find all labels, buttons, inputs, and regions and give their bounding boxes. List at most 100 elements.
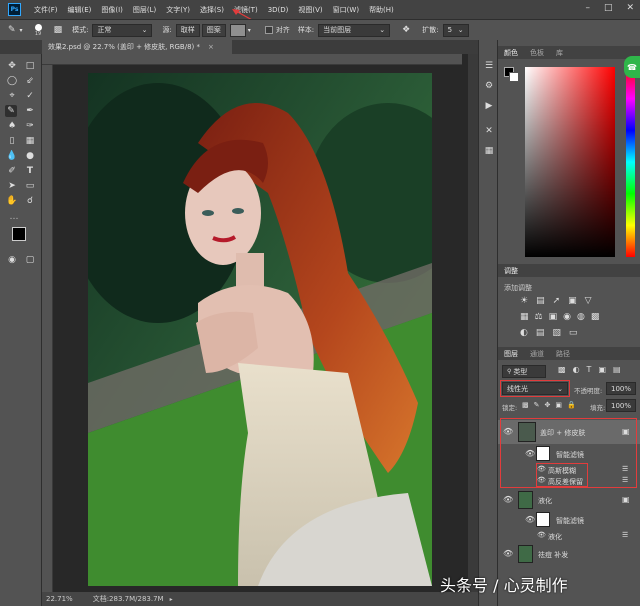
menu-select[interactable]: 选择(S) — [195, 5, 229, 15]
minimize-icon[interactable]: – — [585, 3, 590, 13]
brightness-contrast-icon[interactable]: ☀ — [520, 296, 528, 306]
pattern-chevron-icon[interactable]: ▾ — [248, 27, 251, 34]
visibility-eye-icon[interactable]: 👁 — [537, 531, 546, 539]
pen-tool-icon[interactable]: ✐ — [6, 165, 18, 177]
invert-icon[interactable]: ◐ — [520, 328, 528, 338]
layer-row-liquify[interactable]: 👁 液化 ▣ — [498, 490, 640, 510]
tool-presets-icon[interactable]: ✕ — [483, 125, 495, 137]
tab-color[interactable]: 颜色 — [498, 48, 524, 58]
foreground-color-swatch[interactable] — [12, 227, 26, 241]
menu-type[interactable]: 文字(Y) — [161, 5, 195, 15]
layer-row-liquify-filter[interactable]: 👁 液化 ☰ — [498, 530, 640, 542]
path-select-tool-icon[interactable]: ➤ — [6, 180, 18, 192]
actions-panel-icon[interactable]: ▶ — [483, 100, 495, 112]
menu-layer[interactable]: 图层(L) — [128, 5, 161, 15]
clone-stamp-tool-icon[interactable]: ♠ — [6, 120, 18, 132]
brush-size-picker[interactable]: 19 — [34, 23, 42, 37]
filter-adjustment-icon[interactable]: ◐ — [573, 365, 580, 374]
visibility-eye-icon[interactable]: 👁 — [525, 515, 535, 524]
menu-help[interactable]: 帮助(H) — [364, 5, 399, 15]
tab-swatches[interactable]: 色板 — [524, 48, 550, 58]
screen-mode-icon[interactable]: ▢ — [24, 254, 36, 266]
pattern-button[interactable]: 图案 — [201, 23, 226, 37]
vibrance-icon[interactable]: ▽ — [585, 296, 592, 306]
quick-mask-icon[interactable]: ◉ — [6, 254, 18, 266]
ignore-adjustment-icon[interactable]: ❖ — [402, 25, 410, 35]
tab-adjustments[interactable]: 调整 — [498, 266, 524, 276]
visibility-eye-icon[interactable]: 👁 — [503, 495, 513, 504]
menu-edit[interactable]: 编辑(E) — [63, 5, 97, 15]
levels-icon[interactable]: ▤ — [536, 296, 545, 306]
tab-channels[interactable]: 通道 — [524, 349, 550, 359]
menu-window[interactable]: 窗口(W) — [328, 5, 364, 15]
channel-mixer-icon[interactable]: ◍ — [577, 312, 585, 322]
more-tools-icon[interactable]: … — [8, 211, 20, 223]
sample-button[interactable]: 取样 — [175, 23, 200, 37]
lock-position-icon[interactable]: ✥ — [545, 401, 551, 409]
color-lookup-icon[interactable]: ▩ — [591, 312, 600, 322]
move-tool-icon[interactable]: ✥ — [6, 60, 18, 72]
zoom-level[interactable]: 22.71% — [46, 595, 73, 603]
gradient-map-icon[interactable]: ▭ — [569, 328, 578, 338]
filter-smart-icon[interactable]: ▤ — [613, 365, 621, 374]
type-tool-icon[interactable]: T — [24, 165, 36, 177]
fill-input[interactable]: 100% — [606, 399, 636, 412]
shape-tool-icon[interactable]: ▭ — [24, 180, 36, 192]
brush-panel-icon[interactable]: ▦ — [483, 145, 495, 157]
brush-settings-icon[interactable]: ▩ — [54, 25, 63, 35]
lasso-tool-icon[interactable]: ◯ — [6, 75, 18, 87]
dodge-tool-icon[interactable]: ● — [24, 150, 36, 162]
curves-icon[interactable]: ➚ — [553, 296, 561, 306]
menu-view[interactable]: 视图(V) — [293, 5, 327, 15]
panel-background-swatch[interactable] — [509, 72, 519, 82]
document-canvas-image[interactable] — [88, 73, 432, 586]
hue-saturation-icon[interactable]: ▦ — [520, 312, 529, 322]
layer-kind-filter[interactable]: ⚲ 类型 — [502, 365, 546, 378]
crop-tool-icon[interactable]: ⌖ — [6, 90, 18, 102]
lock-all-icon[interactable]: 🔒 — [567, 401, 576, 409]
eyedropper-tool-icon[interactable]: ✓ — [24, 90, 36, 102]
mode-select[interactable]: 正常 ⌄ — [92, 23, 153, 37]
eraser-tool-icon[interactable]: ▯ — [6, 135, 18, 147]
lock-pixels-icon[interactable]: ✎ — [534, 401, 540, 409]
black-white-icon[interactable]: ▣ — [549, 312, 558, 322]
history-brush-tool-icon[interactable]: ✑ — [24, 120, 36, 132]
visibility-eye-icon[interactable]: 👁 — [503, 549, 513, 558]
zoom-tool-icon[interactable]: ☌ — [24, 195, 36, 207]
layer-row-smart-filters-2[interactable]: 👁 智能滤镜 — [498, 510, 640, 530]
blur-tool-icon[interactable]: 💧 — [6, 150, 18, 162]
filter-options-icon[interactable]: ☰ — [622, 531, 628, 539]
sample-select[interactable]: 当前图层 ⌄ — [318, 23, 391, 37]
tab-paths[interactable]: 路径 — [550, 349, 576, 359]
color-picker-field[interactable] — [525, 67, 615, 257]
threshold-icon[interactable]: ▧ — [552, 328, 561, 338]
pattern-swatch[interactable] — [229, 23, 246, 37]
posterize-icon[interactable]: ▤ — [536, 328, 545, 338]
healing-brush-icon[interactable]: ✎ — [8, 25, 16, 35]
marquee-tool-icon[interactable]: □ — [24, 60, 36, 72]
filter-pixel-icon[interactable]: ▩ — [558, 365, 566, 374]
menu-file[interactable]: 文件(F) — [29, 5, 63, 15]
aligned-checkbox[interactable] — [264, 26, 273, 34]
vertical-scrollbar[interactable] — [468, 54, 478, 592]
tab-layers[interactable]: 图层 — [498, 349, 524, 359]
tab-close-icon[interactable]: × — [208, 43, 214, 51]
document-tab[interactable]: 效果2.psd @ 22.7% (盖印 + 修皮肤, RGB/8) * × — [42, 40, 232, 54]
opacity-input[interactable]: 100% — [606, 382, 636, 395]
diffusion-select[interactable]: 5 ⌄ — [442, 23, 469, 37]
healing-brush-tool-icon[interactable]: ✎ — [5, 105, 17, 117]
status-menu-chevron-icon[interactable]: ▸ — [170, 596, 173, 603]
history-panel-icon[interactable]: ☰ — [483, 60, 495, 72]
filter-type-icon[interactable]: T — [587, 365, 592, 374]
lock-transparency-icon[interactable]: ▩ — [522, 401, 529, 409]
layer-row-retouch[interactable]: 👁 祛痘 补发 — [498, 544, 640, 564]
filter-shape-icon[interactable]: ▣ — [598, 365, 606, 374]
exposure-icon[interactable]: ▣ — [568, 296, 577, 306]
tool-preset-chevron-icon[interactable]: ▾ — [20, 27, 23, 34]
photo-filter-icon[interactable]: ◉ — [563, 312, 571, 322]
maximize-icon[interactable]: □ — [604, 3, 613, 13]
gradient-tool-icon[interactable]: ▦ — [24, 135, 36, 147]
hand-tool-icon[interactable]: ✋ — [6, 195, 18, 207]
properties-panel-icon[interactable]: ⚙ — [483, 80, 495, 92]
brush-tool-icon[interactable]: ✒ — [24, 105, 36, 117]
